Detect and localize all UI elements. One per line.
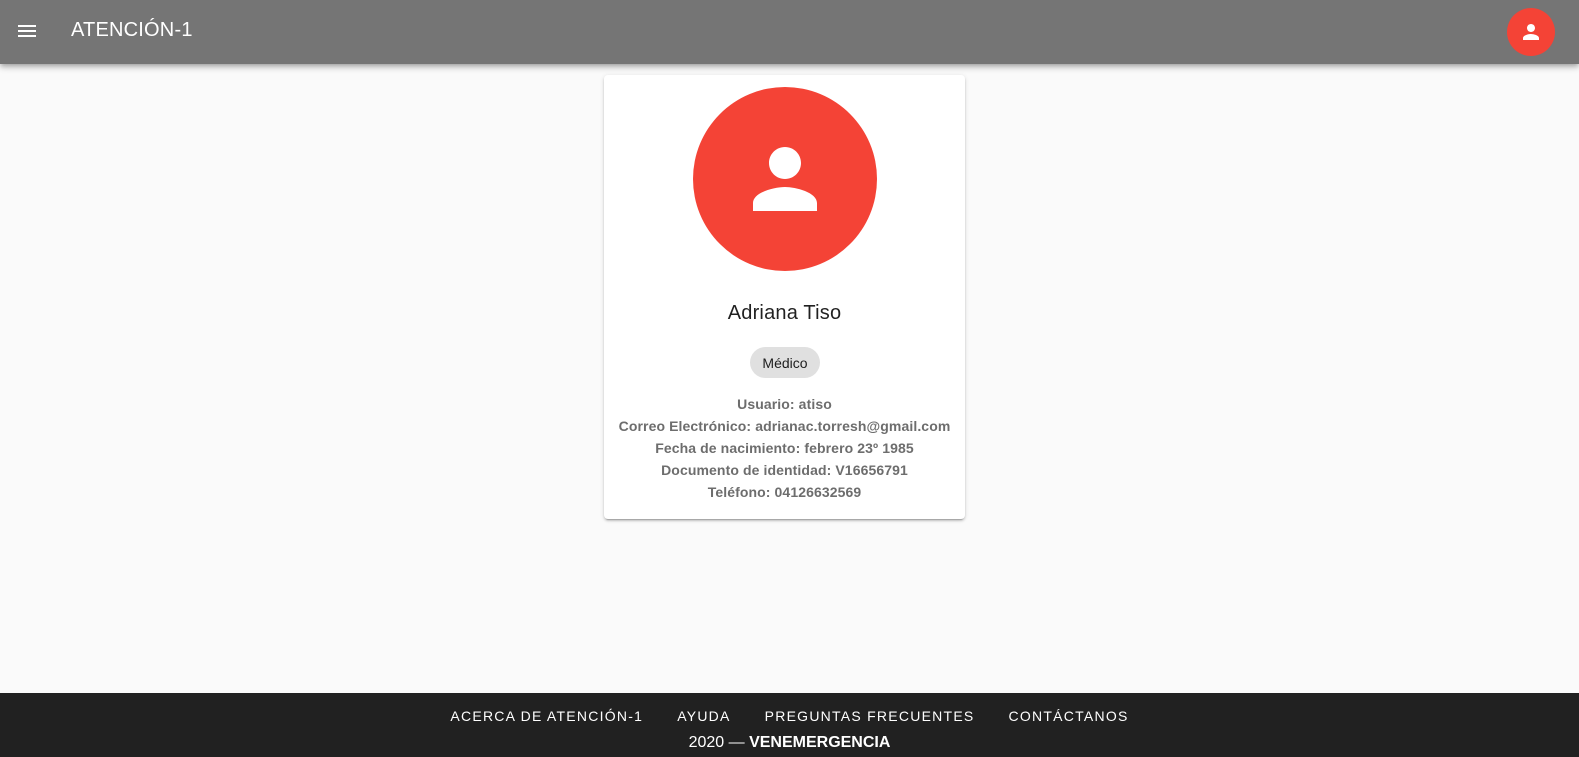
menu-button[interactable] — [7, 11, 47, 51]
account-button[interactable] — [1507, 8, 1555, 56]
detail-id-document: Documento de identidad: V16656791 — [661, 462, 908, 478]
app-bar: ATENCIÓN-1 — [0, 0, 1579, 64]
menu-icon — [18, 25, 36, 37]
app-title[interactable]: ATENCIÓN-1 — [71, 18, 193, 42]
detail-username: Usuario: atiso — [737, 396, 832, 412]
detail-email: Correo Electrónico: adrianac.torresh@gma… — [618, 418, 951, 434]
footer-link-help[interactable]: AYUDA — [660, 698, 747, 734]
footer-link-contact[interactable]: CONTÁCTANOS — [992, 698, 1146, 734]
avatar — [693, 87, 877, 271]
footer-link-faq[interactable]: PREGUNTAS FRECUENTES — [748, 698, 992, 734]
footer-link-about[interactable]: ACERCA DE ATENCIÓN-1 — [433, 698, 660, 734]
profile-card: Adriana Tiso Médico Usuario: atiso Corre… — [604, 75, 965, 519]
role-chip: Médico — [750, 347, 820, 378]
profile-details: Usuario: atiso Correo Electrónico: adria… — [604, 393, 965, 503]
copyright-brand: VENEMERGENCIA — [749, 734, 891, 751]
footer: ACERCA DE ATENCIÓN-1 AYUDA PREGUNTAS FRE… — [0, 693, 1579, 757]
person-icon — [1523, 24, 1539, 40]
detail-birthdate: Fecha de nacimiento: febrero 23º 1985 — [655, 440, 914, 456]
detail-phone: Teléfono: 04126632569 — [707, 484, 862, 500]
copyright: 2020 — VENEMERGENCIA — [0, 733, 1579, 753]
person-icon — [753, 147, 817, 211]
user-name: Adriana Tiso — [727, 302, 842, 324]
copyright-year: 2020 — — [688, 734, 745, 751]
